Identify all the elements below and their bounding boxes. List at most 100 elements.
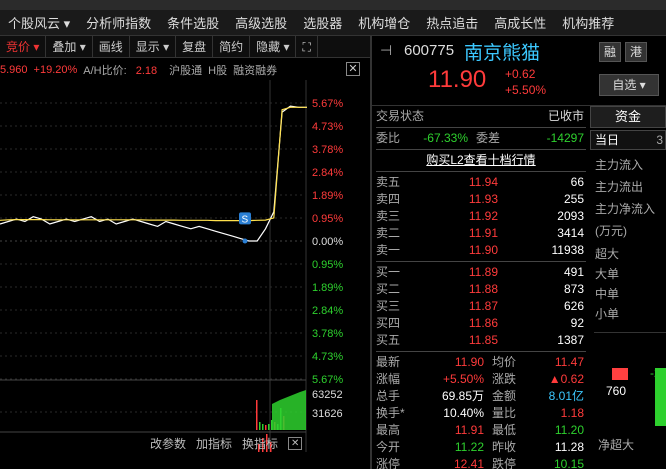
menu-item[interactable]: 分析师指数 <box>78 13 159 32</box>
sell-price: 11.90 <box>468 243 498 257</box>
menu-item[interactable]: 热点追击 <box>418 13 486 32</box>
chart-info-row: 5.960 +19.20% A/H比价: 2.18 沪股通 H股 融资融券 <box>0 60 370 80</box>
close-indicator-icon[interactable]: ✕ <box>288 436 303 450</box>
h-share-label[interactable]: H股 <box>208 62 227 78</box>
buy-label: 买四 <box>376 316 401 330</box>
sell-orders: 卖五 11.94 66 卖四 11.93 255 卖三 11.92 2093 卖二 11.91 341… <box>376 174 586 259</box>
buy-label: 买三 <box>376 299 401 313</box>
menu-item[interactable]: 机构推荐 <box>554 13 622 32</box>
menu-item[interactable]: 条件选股 <box>159 13 227 32</box>
menu-item[interactable]: 个股风云 ▾ <box>0 13 78 32</box>
buy-row[interactable]: 买三 11.87 626 <box>376 298 586 315</box>
sell-row[interactable]: 卖四 11.93 255 <box>376 191 586 208</box>
sell-row[interactable]: 卖一 11.90 11938 <box>376 242 586 259</box>
y-tick-label: 2.84% <box>312 167 343 179</box>
buy-label: 买五 <box>376 333 401 347</box>
sell-price: 11.93 <box>468 192 498 206</box>
stat-value: 10.15 <box>553 457 584 469</box>
edit-params-button[interactable]: 改参数 <box>150 435 186 452</box>
toolbar-replay-button[interactable]: 复盘 <box>176 35 214 58</box>
sell-label: 卖三 <box>376 209 401 223</box>
menu-item[interactable]: 高成长性 <box>486 13 554 32</box>
stat-value: 11.28 <box>554 440 584 454</box>
add-indicator-button[interactable]: 加指标 <box>196 435 232 452</box>
stat-label: 跌停 <box>492 457 517 469</box>
hk-button[interactable]: 港 <box>625 42 647 62</box>
volume-bar <box>256 400 258 430</box>
stat-label: 涨跌 <box>492 372 517 386</box>
tab-today[interactable]: 当日 3 <box>590 130 666 150</box>
top-strip <box>0 0 666 10</box>
y-tick-label: 2.84% <box>312 305 343 317</box>
buy-price: 11.88 <box>468 282 498 296</box>
sell-label: 卖一 <box>376 243 401 257</box>
capital-bar-neg: -2 <box>650 366 661 380</box>
toolbar-simple-button[interactable]: 简约 <box>213 35 251 58</box>
hk-connect-label[interactable]: 沪股通 <box>169 62 202 78</box>
stat-row: 换手* 10.40% 量比 1.18 <box>376 405 586 422</box>
sell-row[interactable]: 卖三 11.92 2093 <box>376 208 586 225</box>
buy-volume: 92 <box>570 316 584 330</box>
menu-item[interactable]: 机构增仓 <box>350 13 418 32</box>
y-tick-label: 3.78% <box>312 144 343 156</box>
buy-row[interactable]: 买五 11.85 1387 <box>376 332 586 349</box>
stat-value: 11.91 <box>454 423 484 437</box>
buy-volume: 626 <box>563 299 584 313</box>
menu-item[interactable]: 高级选股 <box>227 13 295 32</box>
toolbar-hide-button[interactable]: 隐藏 ▾ <box>250 35 297 58</box>
sell-row[interactable]: 卖二 11.91 3414 <box>376 225 586 242</box>
stat-row: 最高 11.91 最低 11.20 <box>376 422 586 439</box>
stat-label: 最高 <box>376 423 401 437</box>
stock-name[interactable]: 南京熊猫 <box>464 38 540 65</box>
capital-flows: 主力流入 主力流出 主力净流入 (万元) <box>595 158 656 238</box>
stat-label: 昨收 <box>492 440 517 454</box>
sell-price: 11.92 <box>468 209 498 223</box>
watchlist-button[interactable]: 自选 ▾ <box>599 74 659 96</box>
stock-change: +0.62 +5.50% <box>505 66 546 98</box>
stat-value: ▲0.62 <box>548 372 584 386</box>
buy-price: 11.85 <box>468 333 498 347</box>
toolbar-auction-button[interactable]: 竞价 ▾ <box>0 35 47 58</box>
stat-value: 11.90 <box>454 355 484 369</box>
y-tick-label: 4.73% <box>312 121 343 133</box>
chart-pct: +19.20% <box>33 64 78 76</box>
buy-label: 买二 <box>376 282 401 296</box>
buy-price: 11.87 <box>468 299 498 313</box>
stat-label: 均价 <box>492 355 517 369</box>
sell-price: 11.94 <box>468 175 498 189</box>
y-tick-label: 1.89% <box>312 190 343 202</box>
stat-value: 8.01亿 <box>548 389 584 403</box>
tab-capital[interactable]: 资金 <box>590 106 666 128</box>
toolbar-overlay-button[interactable]: 叠加 ▾ <box>46 35 93 58</box>
pin-icon[interactable]: ⊣ <box>380 42 392 59</box>
stat-row: 涨幅 +5.50% 涨跌 ▲0.62 <box>376 371 586 388</box>
buy-row[interactable]: 买二 11.88 873 <box>376 281 586 298</box>
margin-label[interactable]: 融资融券 <box>233 62 277 78</box>
stat-label: 换手* <box>376 406 405 420</box>
toolbar-draw-button[interactable]: 画线 <box>93 35 130 58</box>
volume-bar <box>262 424 264 430</box>
y-tick-label: 5.67% <box>312 374 343 386</box>
buy-row[interactable]: 买一 11.89 491 <box>376 264 586 281</box>
sell-label: 卖五 <box>376 175 401 189</box>
intraday-chart[interactable]: 5.67% 4.73% 3.78% 2.84% 1.89% 0.95% 0.00% 0.95%… <box>0 80 370 452</box>
menu-item[interactable]: 选股器 <box>295 13 350 32</box>
sell-volume: 255 <box>563 192 584 206</box>
sell-volume: 2093 <box>557 209 584 223</box>
switch-indicator-button[interactable]: 换指标 <box>242 435 278 452</box>
stat-label: 今开 <box>376 440 401 454</box>
sell-label: 卖二 <box>376 226 401 240</box>
buy-row[interactable]: 买四 11.86 92 <box>376 315 586 332</box>
sell-row[interactable]: 卖五 11.94 66 <box>376 174 586 191</box>
margin-button[interactable]: 融 <box>599 42 621 62</box>
buy-orders: 买一 11.89 491 买二 11.88 873 买三 11.87 626 买四 11.86 92 买… <box>376 264 586 349</box>
stat-value: +5.50% <box>442 372 484 386</box>
toolbar-display-button[interactable]: 显示 ▾ <box>130 35 177 58</box>
chart-price: 5.960 <box>0 64 28 76</box>
stat-label: 最新 <box>376 355 401 369</box>
expand-icon[interactable]: ⛶ <box>296 35 318 58</box>
stat-label: 最低 <box>492 423 517 437</box>
stat-value: 12.41 <box>453 457 484 469</box>
y-tick-label: 1.89% <box>312 282 343 294</box>
l2-link[interactable]: 购买L2查看十档行情 <box>376 152 586 169</box>
